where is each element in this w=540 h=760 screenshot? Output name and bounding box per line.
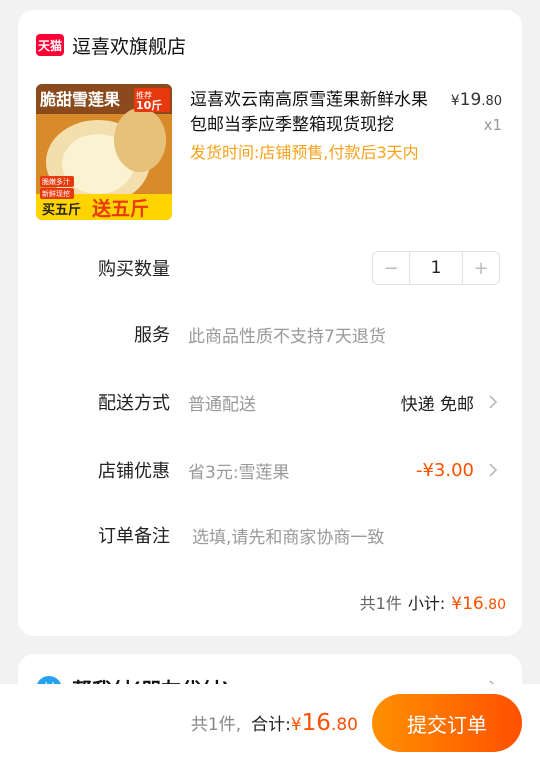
price-integer: 19 <box>459 90 482 110</box>
delivery-label: 配送方式 <box>98 393 170 414</box>
coupon-value: 省3元:雪莲果 <box>188 462 290 483</box>
subtotal-label: 小计: <box>407 594 446 613</box>
decrement-button[interactable]: − <box>373 252 409 284</box>
quantity-label: 购买数量 <box>98 259 170 280</box>
product-image[interactable]: 脆甜雪莲果 推荐 10斤 脆嫩多汁 新鲜现挖 买五斤 送五斤 <box>36 84 172 220</box>
subtotal: 共1件 小计: ¥16.80 <box>360 590 506 614</box>
subtotal-integer: 16 <box>462 594 484 614</box>
order-card: 天猫 逗喜欢旗舰店 脆甜雪莲果 推荐 10斤 脆嫩多汁 新鲜现挖 买五斤 送五斤… <box>18 10 522 636</box>
chevron-right-icon[interactable] <box>484 461 502 479</box>
product-quantity: x1 <box>483 116 502 134</box>
shop-header[interactable]: 天猫 逗喜欢旗舰店 <box>36 32 186 58</box>
shipping-time-note: 发货时间:店铺预售,付款后3天内 <box>190 143 419 162</box>
image-headline: 脆甜雪莲果 <box>40 90 120 109</box>
delivery-row[interactable]: 配送方式 普通配送 快递 免邮 <box>18 382 522 422</box>
total-amount: ¥16.80 <box>290 710 358 736</box>
coupon-label: 店铺优惠 <box>98 461 170 482</box>
total-count: 共1件, <box>190 715 242 735</box>
total-label: 合计: <box>251 715 291 735</box>
quantity-input[interactable]: 1 <box>409 252 463 284</box>
total-decimal: .80 <box>330 715 358 735</box>
tmall-badge: 天猫 <box>36 34 64 56</box>
delivery-method[interactable]: 快递 免邮 <box>401 390 474 415</box>
product-name[interactable]: 逗喜欢云南高原雪莲果新鲜水果包邮当季应季整箱现货现挖 <box>190 88 440 138</box>
increment-button[interactable]: + <box>463 252 499 284</box>
submit-order-button[interactable]: 提交订单 <box>372 694 522 752</box>
subtotal-decimal: .80 <box>483 597 506 613</box>
image-sticker-1: 脆嫩多汁 <box>42 177 70 186</box>
subtotal-currency: ¥ <box>451 594 463 614</box>
quantity-row: 购买数量 − 1 + <box>18 248 522 288</box>
image-sticker-2: 新鲜现挖 <box>42 189 70 198</box>
image-promo-a: 买五斤 <box>42 202 81 218</box>
image-promo-b: 送五斤 <box>92 197 149 220</box>
shop-name[interactable]: 逗喜欢旗舰店 <box>72 32 186 59</box>
service-value: 此商品性质不支持7天退货 <box>188 326 386 347</box>
price-currency: ¥ <box>450 93 460 109</box>
chevron-right-icon[interactable] <box>484 393 502 411</box>
delivery-value: 普通配送 <box>188 394 256 415</box>
subtotal-count: 共1件 <box>359 594 402 613</box>
order-note-field[interactable]: 选填,请先和商家协商一致 <box>192 523 384 548</box>
order-note-label: 订单备注 <box>98 526 170 547</box>
subtotal-amount: ¥16.80 <box>451 594 506 614</box>
order-note-row: 订单备注 选填,请先和商家协商一致 <box>18 515 522 555</box>
service-row: 服务 此商品性质不支持7天退货 <box>18 314 522 354</box>
service-label: 服务 <box>134 325 170 346</box>
coupon-row[interactable]: 店铺优惠 省3元:雪莲果 -¥3.00 <box>18 450 522 490</box>
checkout-bar: 共1件, 合计:¥16.80 提交订单 <box>0 684 540 760</box>
image-tag-weight: 10斤 <box>136 98 162 112</box>
total-currency: ¥ <box>290 715 302 735</box>
quantity-stepper[interactable]: − 1 + <box>372 251 500 285</box>
product-price: ¥19.80 <box>451 90 502 110</box>
total-integer: 16 <box>301 710 331 736</box>
price-decimal: .80 <box>481 94 502 109</box>
coupon-discount[interactable]: -¥3.00 <box>416 460 474 481</box>
total: 共1件, 合计:¥16.80 <box>191 710 358 736</box>
